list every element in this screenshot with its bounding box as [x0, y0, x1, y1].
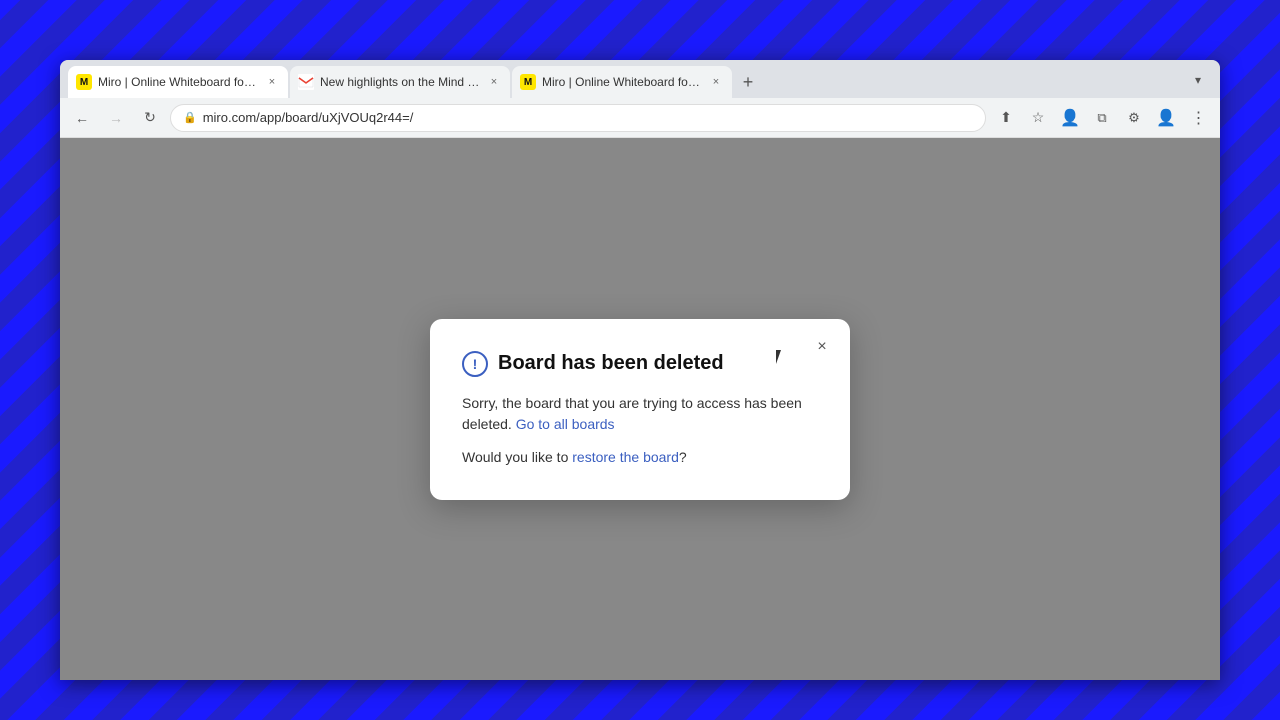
menu-button[interactable]: ⋮	[1184, 104, 1212, 132]
restore-board-link[interactable]: restore the board	[572, 449, 679, 465]
modal-title-row: ! Board has been deleted	[462, 351, 818, 377]
modal-close-button[interactable]: ×	[808, 333, 836, 361]
page-content: × ! Board has been deleted Sorry, the bo…	[60, 138, 1220, 680]
modal-body-line1: Sorry, the board that you are trying to …	[462, 393, 818, 435]
info-icon: !	[462, 351, 488, 377]
forward-button[interactable]: →	[102, 104, 130, 132]
modal-dialog: × ! Board has been deleted Sorry, the bo…	[430, 319, 850, 500]
address-bar: ← → ↻ 🔒 miro.com/app/board/uXjVOUq2r44=/…	[60, 98, 1220, 138]
tab-2-favicon	[298, 74, 314, 90]
tab-1[interactable]: M Miro | Online Whiteboard for V ×	[68, 66, 288, 98]
tab-bar: M Miro | Online Whiteboard for V × New h…	[60, 60, 1220, 98]
tab-1-close[interactable]: ×	[264, 74, 280, 90]
browser-window: M Miro | Online Whiteboard for V × New h…	[60, 60, 1220, 680]
url-text: miro.com/app/board/uXjVOUq2r44=/	[203, 110, 414, 125]
lock-icon: 🔒	[183, 111, 197, 124]
address-actions: ⬆ ☆ 👤 ⧉ ⚙ 👤 ⋮	[992, 104, 1212, 132]
url-field[interactable]: 🔒 miro.com/app/board/uXjVOUq2r44=/	[170, 104, 986, 132]
modal-body: Sorry, the board that you are trying to …	[462, 393, 818, 468]
account-button[interactable]: 👤	[1152, 104, 1180, 132]
new-tab-button[interactable]: +	[734, 68, 762, 96]
tab-2-title: New highlights on the Mind M...	[320, 75, 480, 89]
bookmark-button[interactable]: ☆	[1024, 104, 1052, 132]
tab-1-title: Miro | Online Whiteboard for V	[98, 75, 258, 89]
tab-3-title: Miro | Online Whiteboard for V	[542, 75, 702, 89]
settings-button[interactable]: ⚙	[1120, 104, 1148, 132]
profile-button[interactable]: 👤	[1056, 104, 1084, 132]
reload-button[interactable]: ↻	[136, 104, 164, 132]
go-to-all-boards-link[interactable]: Go to all boards	[516, 416, 615, 432]
tab-3-close[interactable]: ×	[708, 74, 724, 90]
extensions-button[interactable]: ⧉	[1088, 104, 1116, 132]
tab-3[interactable]: M Miro | Online Whiteboard for V ×	[512, 66, 732, 98]
share-button[interactable]: ⬆	[992, 104, 1020, 132]
tab-strip-dropdown[interactable]: ▾	[1184, 66, 1212, 94]
tab-2-close[interactable]: ×	[486, 74, 502, 90]
tab-3-favicon: M	[520, 74, 536, 90]
back-button[interactable]: ←	[68, 104, 96, 132]
modal-body-line2: Would you like to restore the board?	[462, 447, 818, 468]
modal-overlay: × ! Board has been deleted Sorry, the bo…	[60, 138, 1220, 680]
tab-2[interactable]: New highlights on the Mind M... ×	[290, 66, 510, 98]
modal-title: Board has been deleted	[498, 352, 724, 375]
tab-1-favicon: M	[76, 74, 92, 90]
